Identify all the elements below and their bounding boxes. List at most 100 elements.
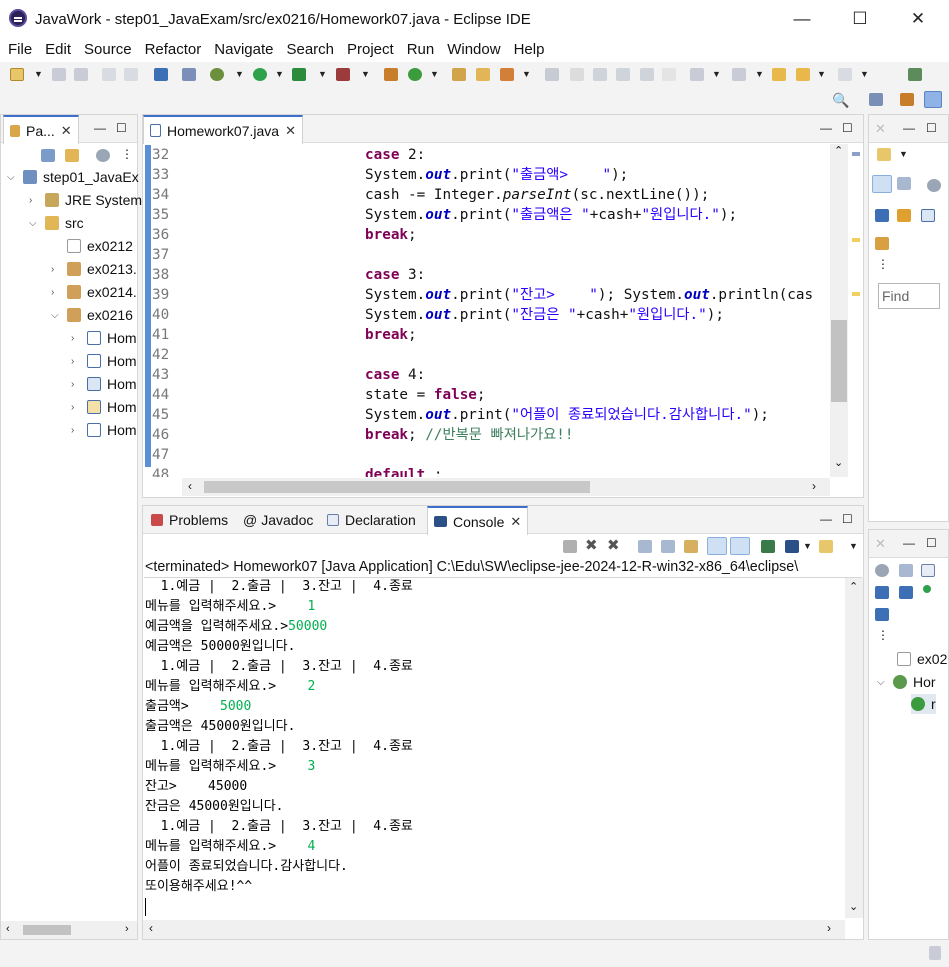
menu-run[interactable]: Run	[407, 38, 435, 62]
chevron-down-icon[interactable]: ▼	[849, 541, 858, 551]
hide-completed-icon[interactable]	[875, 209, 889, 222]
skip-breakpoints-icon[interactable]	[182, 68, 196, 81]
remove-all-icon[interactable]: ✖	[607, 536, 620, 554]
java-perspective-icon[interactable]	[924, 91, 942, 108]
minimize-icon[interactable]: —	[820, 121, 832, 135]
prev-annotation-icon[interactable]	[732, 68, 746, 81]
next-annotation-icon[interactable]	[690, 68, 704, 81]
horizontal-scrollbar[interactable]: ‹ ›	[1, 921, 137, 939]
minimize-icon[interactable]: —	[903, 121, 915, 135]
close-button[interactable]: ✕	[889, 0, 947, 38]
maximize-icon[interactable]: ☐	[926, 536, 937, 550]
tree-item-src[interactable]: ⌵ src	[29, 213, 84, 233]
scheduled-icon[interactable]	[897, 177, 911, 190]
view-menu-icon[interactable]: ⋮	[877, 257, 889, 271]
search-icon[interactable]	[545, 68, 559, 81]
whitespace-icon[interactable]	[662, 68, 676, 81]
minimize-button[interactable]: —	[773, 0, 831, 38]
tree-item-file[interactable]: › Hom	[71, 351, 137, 371]
focus-icon[interactable]	[875, 564, 889, 577]
java-ee-perspective-icon[interactable]	[900, 93, 914, 106]
filter-icon[interactable]	[96, 149, 110, 162]
chevron-down-icon[interactable]: ▼	[860, 69, 869, 79]
close-icon[interactable]: ✕	[285, 123, 296, 139]
collapse-icon[interactable]	[897, 209, 911, 222]
chevron-down-icon[interactable]: ▼	[899, 149, 908, 159]
console-icon[interactable]	[154, 68, 168, 81]
chevron-down-icon[interactable]: ▼	[235, 69, 244, 79]
word-wrap-icon[interactable]	[684, 540, 698, 553]
chevron-down-icon[interactable]: ▼	[318, 69, 327, 79]
close-icon[interactable]: ✕	[510, 514, 521, 530]
open-type-icon[interactable]	[452, 68, 466, 81]
hide-fields-icon[interactable]	[875, 586, 889, 599]
link-editor-icon[interactable]	[65, 149, 79, 162]
minimize-icon[interactable]: —	[820, 512, 832, 526]
word-wrap-icon[interactable]	[640, 68, 654, 81]
tab-problems[interactable]: Problems	[145, 506, 234, 534]
redo-icon[interactable]	[124, 68, 138, 81]
focus-icon[interactable]	[927, 179, 941, 192]
menu-source[interactable]: Source	[84, 38, 132, 62]
outline-item-package[interactable]: ex02	[897, 649, 947, 669]
tab-homework07[interactable]: Homework07.java ✕	[143, 115, 303, 144]
open-folder-icon[interactable]	[476, 68, 490, 81]
tab-declaration[interactable]: Declaration	[321, 506, 422, 534]
close-icon[interactable]: ✕	[875, 536, 886, 552]
hide-nonpublic-icon[interactable]	[923, 585, 931, 593]
menu-window[interactable]: Window	[447, 38, 500, 62]
show-on-output-icon[interactable]	[707, 537, 727, 555]
maximize-icon[interactable]: ☐	[116, 121, 127, 135]
open-perspective-icon[interactable]	[908, 68, 922, 81]
overview-ruler-marker[interactable]	[852, 152, 860, 156]
maximize-icon[interactable]: ☐	[926, 121, 937, 135]
clear-console-icon[interactable]	[638, 540, 652, 553]
menu-navigate[interactable]: Navigate	[214, 38, 273, 62]
last-edit-icon[interactable]	[772, 68, 786, 81]
tree-item-package[interactable]: ex0212	[51, 236, 133, 256]
progress-icon[interactable]	[929, 946, 941, 960]
minimize-icon[interactable]: —	[903, 536, 915, 550]
collapse-all-icon[interactable]	[899, 564, 913, 577]
open-console-icon[interactable]	[819, 540, 833, 553]
tree-item-file[interactable]: › Hom	[71, 397, 137, 417]
tree-item-file[interactable]: › Hom	[71, 420, 137, 440]
close-icon[interactable]: ✕	[875, 121, 886, 137]
code-text-area[interactable]: case 2: System.out.print("출금액> "); cash …	[365, 145, 829, 477]
chevron-down-icon[interactable]: ▼	[817, 69, 826, 79]
open-task-icon[interactable]	[500, 68, 514, 81]
synchronize-icon[interactable]	[875, 237, 889, 250]
tree-item-package[interactable]: › ex0213.	[51, 259, 137, 279]
menu-help[interactable]: Help	[514, 38, 545, 62]
undo-icon[interactable]	[102, 68, 116, 81]
perspective-icon[interactable]	[869, 93, 883, 106]
forward-icon[interactable]	[838, 68, 852, 81]
menu-refactor[interactable]: Refactor	[145, 38, 202, 62]
maximize-icon[interactable]: ☐	[842, 121, 853, 135]
tab-console[interactable]: Console ✕	[427, 506, 529, 535]
search-icon[interactable]: 🔍	[832, 92, 849, 109]
remove-launch-icon[interactable]: ✖	[585, 536, 598, 554]
tree-item-package[interactable]: ⌵ ex0216	[51, 305, 133, 325]
save-all-icon[interactable]	[74, 68, 88, 81]
pin-console-icon[interactable]	[761, 540, 775, 553]
editor-horizontal-scrollbar[interactable]: ‹ ›	[182, 478, 830, 496]
new-icon[interactable]	[10, 68, 24, 81]
tree-item-file[interactable]: › Hom	[71, 328, 137, 348]
view-menu-icon[interactable]: ⋮	[121, 147, 133, 161]
tree-item-file[interactable]: › Hom	[71, 374, 137, 394]
chevron-down-icon[interactable]: ▼	[755, 69, 764, 79]
maximize-button[interactable]: ☐	[831, 0, 889, 38]
categorized-icon[interactable]	[872, 175, 892, 193]
collapse-all-icon[interactable]	[41, 149, 55, 162]
menu-edit[interactable]: Edit	[45, 38, 71, 62]
tree-item-jre[interactable]: › JRE System	[29, 190, 142, 210]
hide-static-icon[interactable]	[899, 586, 913, 599]
chevron-down-icon[interactable]: ▼	[803, 541, 812, 551]
coverage-icon[interactable]	[292, 68, 306, 81]
back-icon[interactable]	[796, 68, 810, 81]
new-package-icon[interactable]	[384, 68, 398, 81]
minimize-icon[interactable]: —	[94, 121, 106, 135]
menu-file[interactable]: File	[8, 38, 32, 62]
overview-ruler-marker[interactable]	[852, 292, 860, 296]
